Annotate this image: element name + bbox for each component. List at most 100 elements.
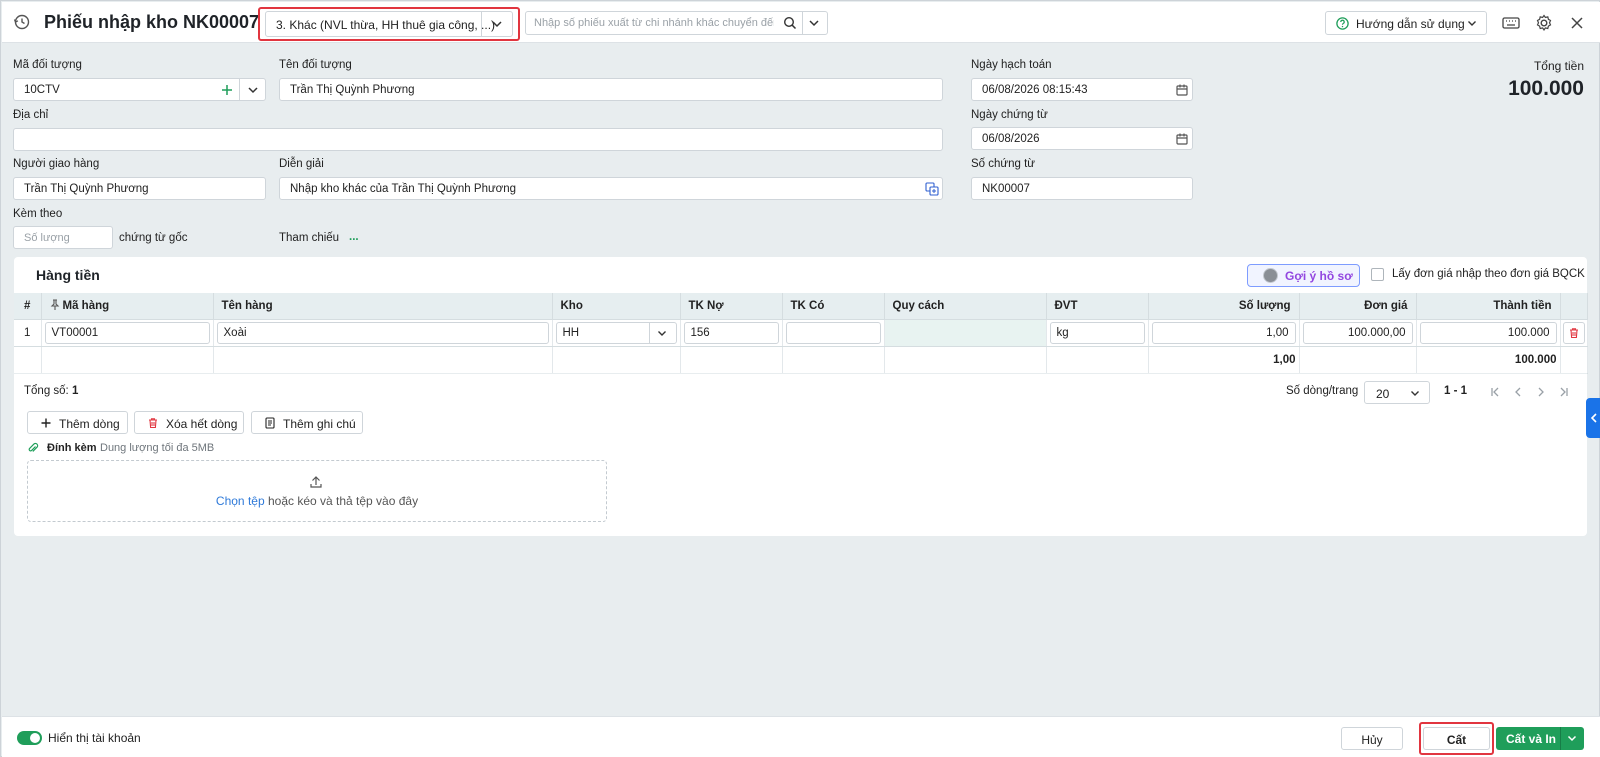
delete-row-button[interactable] bbox=[1562, 321, 1585, 344]
deliverer-label: Người giao hàng bbox=[13, 158, 100, 170]
chevron-down-icon bbox=[1468, 21, 1476, 26]
last-page-icon[interactable] bbox=[1558, 386, 1570, 398]
translate-icon[interactable] bbox=[925, 182, 939, 196]
drop-hint-text: hoặc kéo và thả tệp vào đây bbox=[267, 494, 419, 508]
deliverer-value: Trần Thị Quỳnh Phương bbox=[24, 183, 149, 195]
object-code-value: 10CTV bbox=[24, 84, 60, 96]
address-field[interactable] bbox=[13, 128, 943, 151]
plus-icon bbox=[41, 418, 51, 428]
reference-more-link[interactable]: ... bbox=[349, 231, 359, 243]
specification-cell[interactable] bbox=[884, 319, 1047, 347]
paperclip-icon bbox=[28, 442, 39, 452]
voucher-date-value: 06/08/2026 bbox=[982, 133, 1040, 145]
show-account-label: Hiển thị tài khoản bbox=[48, 731, 141, 745]
transfer-search-box[interactable] bbox=[525, 11, 828, 35]
chevron-down-icon[interactable] bbox=[1566, 732, 1578, 744]
description-label: Diễn giải bbox=[279, 158, 324, 170]
item-code-cell[interactable]: VT00001 bbox=[44, 321, 210, 344]
pin-icon[interactable] bbox=[50, 299, 60, 311]
trash-icon bbox=[1569, 327, 1578, 338]
choose-file-link[interactable]: Chọn tệp bbox=[216, 494, 265, 508]
help-guide-button[interactable]: Hướng dẫn sử dụng bbox=[1325, 11, 1487, 35]
cancel-button[interactable]: Hủy bbox=[1341, 727, 1403, 750]
original-docs-label: chứng từ gốc bbox=[119, 232, 188, 244]
col-item-code-label: Mã hàng bbox=[62, 300, 110, 313]
save-print-label: Cất và In bbox=[1506, 732, 1557, 746]
search-icon[interactable] bbox=[783, 16, 797, 30]
file-dropzone[interactable]: Chọn tệp hoặc kéo và thả tệp vào đây bbox=[27, 460, 607, 522]
suggest-profile-button[interactable]: Gợi ý hồ sơ bbox=[1247, 264, 1360, 287]
chevron-down-icon[interactable] bbox=[246, 83, 260, 97]
save-print-button[interactable]: Cất và In bbox=[1496, 727, 1584, 750]
show-account-toggle[interactable] bbox=[17, 731, 42, 745]
voucher-date-field[interactable]: 06/08/2026 bbox=[971, 127, 1193, 150]
debit-account-cell[interactable]: 156 bbox=[683, 321, 779, 344]
col-index: # bbox=[14, 293, 42, 320]
rows-per-page-select[interactable]: 20 bbox=[1364, 381, 1430, 404]
sum-amount: 100.000 bbox=[1416, 346, 1561, 374]
warehouse-value: HH bbox=[562, 326, 580, 339]
item-name-cell[interactable]: Xoài bbox=[216, 321, 549, 344]
history-icon[interactable] bbox=[13, 13, 31, 31]
divider bbox=[802, 12, 803, 34]
calendar-icon[interactable] bbox=[1175, 132, 1189, 146]
highlight-box-save bbox=[1419, 722, 1494, 755]
col-debit-account: TK Nợ bbox=[680, 293, 783, 320]
amount-cell[interactable]: 100.000 bbox=[1419, 321, 1557, 344]
transfer-search-input[interactable] bbox=[534, 15, 774, 31]
attachment-count-field[interactable]: Số lượng bbox=[13, 226, 113, 249]
posting-date-value: 06/08/2026 08:15:43 bbox=[982, 84, 1088, 96]
gear-icon[interactable] bbox=[1534, 13, 1554, 33]
unit-cell[interactable]: kg bbox=[1049, 321, 1145, 344]
object-code-field[interactable]: 10CTV bbox=[13, 78, 266, 101]
side-panel-toggle[interactable] bbox=[1586, 398, 1600, 438]
description-field[interactable]: Nhập kho khác của Trần Thị Quỳnh Phương bbox=[279, 177, 943, 200]
row-index: 1 bbox=[14, 319, 42, 347]
reference-label: Tham chiếu bbox=[279, 232, 340, 244]
items-table: # Mã hàng Tên hàng Kho TK Nợ TK Có Quy c… bbox=[14, 293, 1588, 374]
col-credit-account: TK Có bbox=[782, 293, 885, 320]
quantity-cell[interactable]: 1,00 bbox=[1151, 321, 1296, 344]
calendar-icon[interactable] bbox=[1175, 83, 1189, 97]
warehouse-cell[interactable]: HH bbox=[555, 321, 677, 344]
average-price-checkbox[interactable] bbox=[1371, 268, 1384, 281]
add-note-button[interactable]: Thêm ghi chú bbox=[251, 411, 363, 434]
row-count-label: Tổng số: bbox=[24, 385, 69, 397]
prev-page-icon[interactable] bbox=[1512, 386, 1524, 398]
chevron-down-icon[interactable] bbox=[656, 327, 668, 339]
total-amount-label: Tổng tiền bbox=[1533, 59, 1584, 73]
suggest-profile-label: Gợi ý hồ sơ bbox=[1285, 269, 1353, 283]
plus-icon[interactable] bbox=[220, 83, 234, 97]
add-row-label: Thêm dòng bbox=[59, 417, 120, 431]
divider bbox=[1560, 727, 1561, 750]
delete-all-rows-button[interactable]: Xóa hết dòng bbox=[134, 411, 244, 434]
col-unit: ĐVT bbox=[1046, 293, 1149, 320]
add-row-button[interactable]: Thêm dòng bbox=[27, 411, 128, 434]
credit-account-cell[interactable] bbox=[785, 321, 881, 344]
delete-all-rows-label: Xóa hết dòng bbox=[166, 417, 238, 431]
object-name-label: Tên đối tượng bbox=[279, 59, 352, 71]
sum-quantity: 1,00 bbox=[1148, 346, 1300, 374]
rows-per-page-label: Số dòng/trang bbox=[1286, 385, 1359, 397]
table-row: 1 VT00001 Xoài HH 156 kg 1,00 100.000,00… bbox=[14, 319, 1588, 347]
voucher-date-label: Ngày chứng từ bbox=[971, 109, 1048, 121]
unit-price-cell[interactable]: 100.000,00 bbox=[1302, 321, 1413, 344]
address-label: Địa chỉ bbox=[13, 109, 49, 121]
voucher-no-field[interactable]: NK00007 bbox=[971, 177, 1193, 200]
note-icon bbox=[265, 417, 275, 429]
first-page-icon[interactable] bbox=[1489, 386, 1501, 398]
chevron-down-icon[interactable] bbox=[807, 16, 821, 30]
dropzone-hint: Chọn tệp hoặc kéo và thả tệp vào đây bbox=[28, 494, 606, 508]
window: Phiếu nhập kho NK00007 3. Khác (NVL thừa… bbox=[0, 0, 1600, 757]
deliverer-field[interactable]: Trần Thị Quỳnh Phương bbox=[13, 177, 266, 200]
object-name-field[interactable]: Trần Thị Quỳnh Phương bbox=[279, 78, 943, 101]
close-icon[interactable] bbox=[1567, 13, 1587, 33]
upload-icon bbox=[310, 476, 322, 488]
attachment-size-note: Dung lượng tối đa 5MB bbox=[100, 442, 215, 454]
posting-date-field[interactable]: 06/08/2026 08:15:43 bbox=[971, 78, 1193, 101]
next-page-icon[interactable] bbox=[1535, 386, 1547, 398]
col-item-code[interactable]: Mã hàng bbox=[41, 293, 214, 320]
col-quantity: Số lượng bbox=[1148, 293, 1300, 320]
keyboard-icon[interactable] bbox=[1501, 13, 1521, 33]
divider bbox=[648, 322, 650, 343]
